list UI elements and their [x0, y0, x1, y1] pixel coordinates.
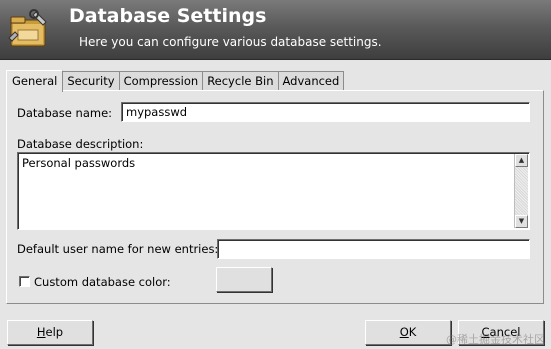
- tab-compression[interactable]: Compression: [119, 71, 204, 91]
- default-user-input[interactable]: [217, 239, 530, 259]
- ok-label-rest: K: [408, 325, 417, 339]
- help-button[interactable]: Help: [7, 320, 93, 345]
- database-name-input[interactable]: [121, 102, 530, 122]
- help-mnemonic: H: [36, 325, 46, 339]
- database-description-textarea[interactable]: Personal passwords ▲ ▼: [17, 152, 530, 230]
- default-user-label: Default user name for new entries:: [17, 242, 219, 256]
- scroll-down-icon[interactable]: ▼: [515, 215, 528, 228]
- dialog-header: Database Settings Here you can configure…: [0, 0, 551, 60]
- ok-mnemonic: O: [399, 325, 409, 339]
- database-settings-dialog: Database Settings Here you can configure…: [0, 0, 551, 349]
- watermark: @稀土掘金技术社区: [446, 333, 545, 346]
- tab-security[interactable]: Security: [63, 71, 120, 91]
- tab-advanced[interactable]: Advanced: [278, 71, 345, 91]
- description-scrollbar[interactable]: ▲ ▼: [514, 154, 528, 228]
- database-description-text: Personal passwords: [22, 156, 136, 170]
- custom-color-checkbox[interactable]: [19, 276, 30, 287]
- help-label-rest: elp: [45, 325, 64, 339]
- database-name-label: Database name:: [17, 106, 113, 120]
- database-settings-icon: [8, 9, 47, 47]
- ok-button[interactable]: OK: [365, 320, 451, 345]
- tab-general[interactable]: General: [6, 70, 64, 92]
- dialog-title: Database Settings: [69, 5, 267, 27]
- custom-color-label: Custom database color:: [34, 275, 171, 289]
- color-picker-button[interactable]: [216, 267, 272, 292]
- database-description-label: Database description:: [17, 137, 144, 151]
- scroll-up-icon[interactable]: ▲: [515, 154, 528, 167]
- tab-bar: General Security Compression Recycle Bin…: [6, 70, 345, 92]
- dialog-subtitle: Here you can configure various database …: [79, 35, 382, 49]
- tab-recycle-bin[interactable]: Recycle Bin: [203, 71, 279, 91]
